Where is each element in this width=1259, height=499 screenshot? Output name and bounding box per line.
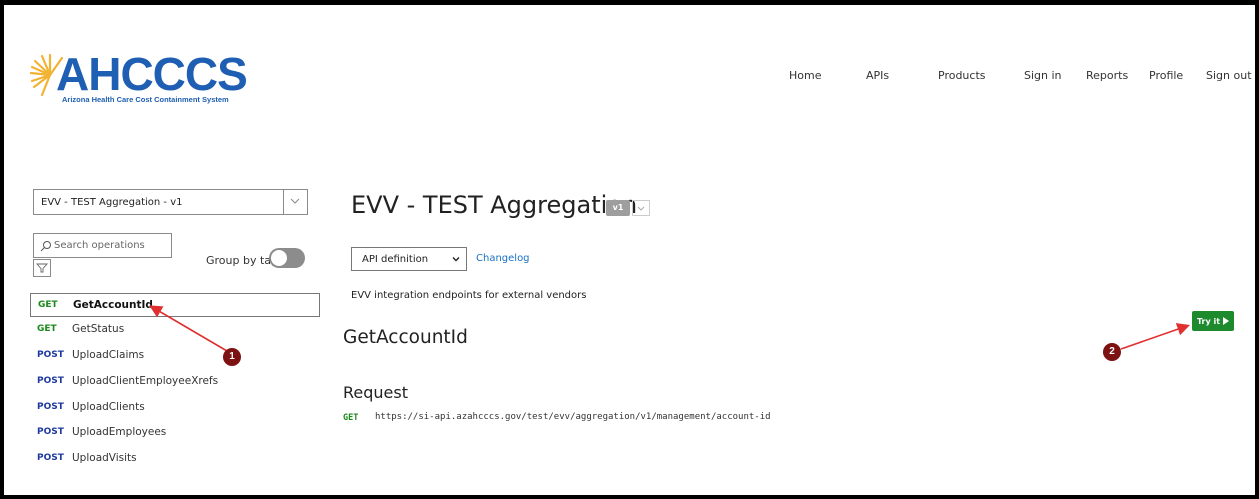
- api-selector-toggle[interactable]: [283, 190, 307, 214]
- version-badge: v1: [606, 200, 630, 216]
- version-selector[interactable]: v1: [606, 200, 651, 218]
- nav-profile[interactable]: Profile: [1149, 69, 1183, 82]
- search-icon: [40, 241, 51, 252]
- method-label: GET: [38, 300, 58, 310]
- api-definition-value: API definition: [362, 254, 429, 265]
- chevron-down-icon: [290, 198, 300, 204]
- api-selector-value: EVV - TEST Aggregation - v1: [41, 197, 183, 208]
- version-toggle[interactable]: [632, 200, 650, 216]
- request-url: https://si-api.azahcccs.gov/test/evv/agg…: [375, 412, 771, 422]
- operation-name: UploadClaims: [72, 349, 145, 361]
- api-definition-dropdown[interactable]: API definition: [351, 247, 467, 271]
- request-heading: Request: [343, 383, 408, 402]
- logo-tagline: Arizona Health Care Cost Containment Sys…: [62, 95, 229, 104]
- group-by-tag-label: Group by tag: [206, 254, 279, 267]
- operation-uploadvisits[interactable]: POST UploadVisits: [30, 447, 320, 471]
- toggle-knob: [271, 250, 287, 266]
- nav-products[interactable]: Products: [938, 69, 986, 82]
- changelog-link[interactable]: Changelog: [476, 253, 530, 264]
- operation-uploadclaims[interactable]: POST UploadClaims: [30, 344, 320, 368]
- operation-getaccountid[interactable]: GET GetAccountId: [30, 293, 320, 317]
- annotation-marker-2: 2: [1103, 343, 1121, 361]
- chevron-down-icon: [637, 206, 645, 211]
- request-method: GET: [343, 413, 359, 423]
- operation-name: UploadVisits: [72, 452, 137, 464]
- operation-name: GetStatus: [72, 323, 125, 335]
- nav-reports[interactable]: Reports: [1086, 69, 1128, 82]
- nav-sign-in[interactable]: Sign in: [1024, 69, 1062, 82]
- filter-button[interactable]: [33, 259, 51, 277]
- try-it-button[interactable]: Try it: [1192, 311, 1234, 331]
- api-selector-dropdown[interactable]: EVV - TEST Aggregation - v1: [33, 189, 308, 215]
- operation-uploadclientemployeexrefs[interactable]: POST UploadClientEmployeeXrefs: [30, 370, 320, 394]
- nav-home[interactable]: Home: [789, 69, 821, 82]
- operation-name: UploadClients: [72, 401, 145, 413]
- chevron-down-icon: [452, 257, 460, 262]
- method-label: POST: [37, 453, 64, 463]
- browser-viewport: AHCCCS Arizona Health Care Cost Containm…: [4, 5, 1255, 495]
- operation-title: GetAccountId: [343, 327, 468, 348]
- api-description: EVV integration endpoints for external v…: [351, 290, 587, 301]
- method-label: POST: [37, 427, 64, 437]
- method-label: POST: [37, 402, 64, 412]
- nav-apis[interactable]: APIs: [866, 69, 889, 82]
- api-title: EVV - TEST Aggregation: [351, 191, 638, 219]
- annotation-marker-1: 1: [223, 348, 241, 366]
- arrow-2: [1120, 323, 1191, 350]
- filter-icon: [35, 263, 49, 273]
- operation-name: UploadEmployees: [72, 426, 167, 438]
- play-icon: [1223, 317, 1230, 325]
- group-by-tag-toggle[interactable]: [269, 248, 305, 268]
- method-label: POST: [37, 350, 64, 360]
- search-placeholder: Search operations: [54, 240, 145, 251]
- operation-name: UploadClientEmployeeXrefs: [72, 375, 219, 387]
- method-label: GET: [37, 324, 57, 334]
- try-it-label: Try it: [1196, 316, 1221, 326]
- operation-name: GetAccountId: [73, 299, 153, 311]
- top-navigation: Home APIs Products Sign in Reports Profi…: [4, 69, 1255, 89]
- operation-getstatus[interactable]: GET GetStatus: [30, 318, 320, 342]
- operation-uploadclients[interactable]: POST UploadClients: [30, 396, 320, 420]
- search-operations-input[interactable]: Search operations: [33, 233, 172, 258]
- nav-sign-out[interactable]: Sign out: [1206, 69, 1252, 82]
- method-label: POST: [37, 376, 64, 386]
- operation-uploademployees[interactable]: POST UploadEmployees: [30, 421, 320, 445]
